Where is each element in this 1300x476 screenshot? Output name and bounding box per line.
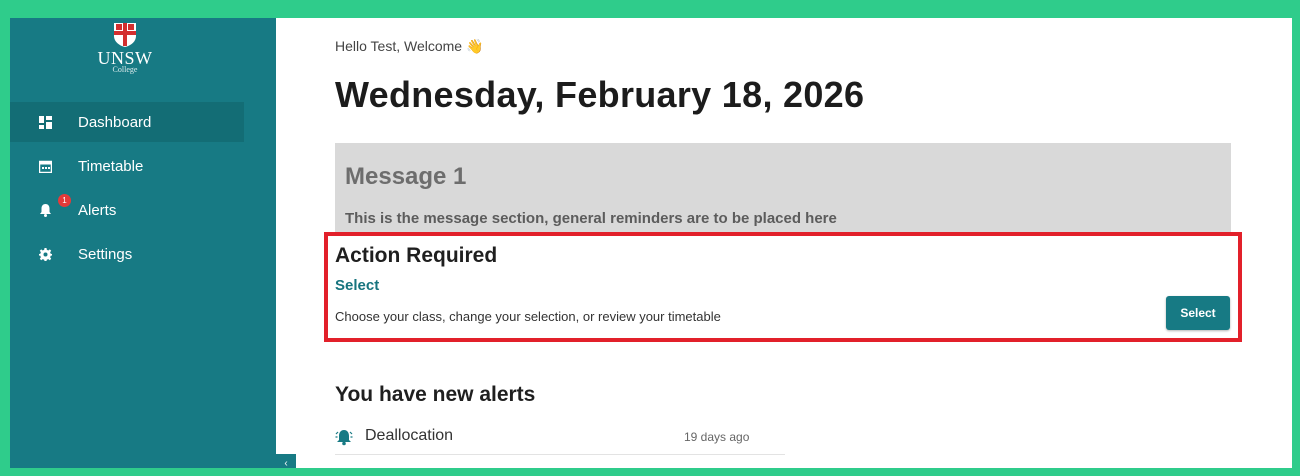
sidebar-item-alerts[interactable]: 1 Alerts [10,190,244,230]
sidebar-item-label: Dashboard [78,113,152,131]
select-button[interactable]: Select [1166,296,1230,330]
alert-count-badge: 1 [58,194,71,207]
sidebar: UNSW College Dashboard Timetable 1 Alert… [10,18,276,468]
bell-icon [38,203,52,217]
sidebar-item-label: Timetable [78,157,144,175]
page-title: Wednesday, February 18, 2026 [335,74,865,115]
action-description: Choose your class, change your selection… [335,309,721,324]
dashboard-icon [38,115,52,129]
action-required-title: Action Required [335,244,498,267]
alert-time: 19 days ago [684,430,750,444]
alarm-bell-icon [335,428,353,446]
message-panel: Message 1 This is the message section, g… [335,143,1231,245]
logo-subtext: College [112,65,138,74]
logo-text: UNSW [97,48,153,68]
crest-icon [112,22,138,48]
alert-name: Deallocation [365,427,454,444]
alerts-heading: You have new alerts [335,383,536,406]
calendar-icon [38,159,52,173]
sidebar-item-label: Alerts [78,201,117,219]
message-body: This is the message section, general rem… [345,210,837,227]
sidebar-item-dashboard[interactable]: Dashboard [10,102,244,142]
message-title: Message 1 [345,163,467,190]
main-content: Hello Test, Welcome 👋 Wednesday, Februar… [276,18,1292,468]
app-frame: UNSW College Dashboard Timetable 1 Alert… [10,18,1292,468]
sidebar-item-timetable[interactable]: Timetable [10,146,244,186]
sidebar-item-settings[interactable]: Settings [10,234,244,274]
greeting-text: Hello Test, Welcome 👋 [335,38,484,54]
select-link[interactable]: Select [335,277,379,294]
alert-item-deallocation[interactable]: Deallocation 19 days ago [335,424,785,455]
sidebar-item-label: Settings [78,245,133,263]
unsw-logo[interactable]: UNSW College [80,22,170,74]
action-required-panel: Action Required Select Choose your class… [324,232,1242,342]
gear-icon [38,247,52,261]
